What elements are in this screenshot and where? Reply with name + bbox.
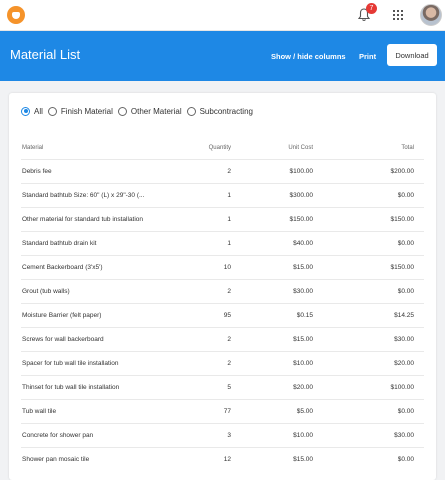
material-cell: Spacer for tub wall tile installation: [22, 360, 119, 367]
material-cell: Concrete for shower pan: [22, 432, 94, 439]
unit-cost-cell: $10.00: [293, 432, 313, 439]
total-cell: $0.00: [397, 288, 414, 295]
total-cell: $30.00: [394, 432, 414, 439]
print-link[interactable]: Print: [359, 52, 376, 61]
radio-button[interactable]: [186, 106, 196, 116]
page-title: Material List: [10, 47, 81, 62]
table-row[interactable]: Concrete for shower pan 3 $10.00 $30.00: [21, 423, 424, 447]
radio-button[interactable]: [21, 106, 30, 116]
table-row[interactable]: Standard bathtub Size: 60" (L) x 29"-30 …: [21, 183, 424, 207]
filter-label: Finish Material: [60, 106, 113, 116]
unit-cost-cell: $0.15: [296, 312, 313, 319]
quantity-cell: 2: [227, 168, 231, 175]
filter-all[interactable]: All: [21, 106, 43, 116]
total-cell: $0.00: [397, 456, 414, 463]
total-cell: $20.00: [394, 360, 414, 367]
quantity-cell: 1: [227, 240, 231, 247]
total-cell: $0.00: [397, 408, 414, 415]
table-row[interactable]: Screws for wall backerboard 2 $15.00 $30…: [21, 327, 424, 351]
filter-other-material[interactable]: Other Material: [117, 106, 182, 116]
material-cell: Moisture Barrier (felt paper): [22, 312, 102, 319]
unit-cost-cell: $30.00: [293, 288, 313, 295]
table-row[interactable]: Shower pan mosaic tile 12 $15.00 $0.00: [21, 447, 424, 471]
unit-cost-cell: $20.00: [293, 384, 313, 391]
total-cell: $200.00: [390, 168, 415, 175]
unit-cost-cell: $300.00: [289, 192, 314, 199]
table-row[interactable]: Debris fee 2 $100.00 $200.00: [21, 159, 424, 183]
quantity-cell: 95: [223, 312, 231, 319]
table-row[interactable]: Tub wall tile 77 $5.00 $0.00: [21, 399, 424, 423]
quantity-cell: 77: [223, 408, 231, 415]
quantity-cell: 3: [227, 432, 231, 439]
page-header: Material List Show / hide columns Print …: [0, 31, 445, 81]
table-row[interactable]: Standard bathtub drain kit 1 $40.00 $0.0…: [21, 231, 424, 255]
quantity-cell: 10: [223, 264, 231, 271]
quantity-cell: 2: [227, 360, 231, 367]
quantity-cell: 2: [227, 288, 231, 295]
total-cell: $100.00: [390, 384, 415, 391]
unit-cost-cell: $15.00: [293, 264, 313, 271]
column-header-material[interactable]: Material: [22, 143, 197, 153]
total-cell: $14.25: [394, 312, 414, 319]
quantity-cell: 2: [227, 336, 231, 343]
total-cell: $150.00: [390, 216, 415, 223]
material-list-card: All Finish Material Other Material Subco…: [9, 93, 436, 480]
material-cell: Cement Backerboard (3'x5'): [22, 264, 103, 271]
table-row[interactable]: Spacer for tub wall tile installation 2 …: [21, 351, 424, 375]
unit-cost-cell: $100.00: [289, 168, 314, 175]
material-cell: Tub wall tile: [22, 408, 57, 415]
quantity-cell: 12: [223, 456, 231, 463]
filter-label: All: [34, 106, 43, 116]
material-cell: Debris fee: [22, 168, 52, 175]
show-hide-columns-link[interactable]: Show / hide columns: [271, 52, 346, 61]
table-header: Material Quantity Unit Cost Total: [21, 143, 424, 153]
column-header-unit-cost[interactable]: Unit Cost: [288, 143, 313, 153]
apps-grid-icon[interactable]: [393, 10, 403, 20]
user-avatar[interactable]: [420, 4, 442, 26]
notification-badge: 7: [366, 3, 377, 14]
unit-cost-cell: $5.00: [296, 408, 313, 415]
filter-subcontracting[interactable]: Subcontracting: [186, 106, 253, 116]
material-cell: Other material for standard tub installa…: [22, 216, 144, 223]
unit-cost-cell: $10.00: [293, 360, 313, 367]
filter-label: Other Material: [130, 106, 182, 116]
table-row[interactable]: Moisture Barrier (felt paper) 95 $0.15 $…: [21, 303, 424, 327]
radio-button[interactable]: [47, 106, 57, 116]
logo-icon[interactable]: [7, 6, 25, 24]
material-cell: Standard bathtub drain kit: [22, 240, 97, 247]
total-cell: $150.00: [390, 264, 415, 271]
table-row[interactable]: Grout (tub walls) 2 $30.00 $0.00: [21, 279, 424, 303]
total-cell: $0.00: [397, 240, 414, 247]
filter-finish-material[interactable]: Finish Material: [47, 106, 113, 116]
radio-button[interactable]: [117, 106, 127, 116]
quantity-cell: 1: [227, 216, 231, 223]
download-button[interactable]: Download: [387, 44, 437, 66]
total-cell: $0.00: [397, 192, 414, 199]
filter-label: Subcontracting: [199, 106, 253, 116]
table-row[interactable]: Cement Backerboard (3'x5') 10 $15.00 $15…: [21, 255, 424, 279]
unit-cost-cell: $150.00: [289, 216, 314, 223]
quantity-cell: 1: [227, 192, 231, 199]
material-cell: Shower pan mosaic tile: [22, 456, 90, 463]
table-row[interactable]: Thinset for tub wall tile installation 5…: [21, 375, 424, 399]
material-cell: Thinset for tub wall tile installation: [22, 384, 120, 391]
unit-cost-cell: $15.00: [293, 336, 313, 343]
category-filter: All Finish Material Other Material Subco…: [21, 105, 258, 117]
quantity-cell: 5: [227, 384, 231, 391]
unit-cost-cell: $15.00: [293, 456, 313, 463]
material-cell: Standard bathtub Size: 60" (L) x 29"-30 …: [22, 192, 145, 199]
unit-cost-cell: $40.00: [293, 240, 313, 247]
table-row[interactable]: Other material for standard tub installa…: [21, 207, 424, 231]
column-header-quantity[interactable]: Quantity: [209, 143, 231, 153]
column-header-total[interactable]: Total: [401, 143, 414, 153]
material-cell: Screws for wall backerboard: [22, 336, 104, 343]
top-bar: 7: [0, 0, 445, 31]
material-cell: Grout (tub walls): [22, 288, 70, 295]
total-cell: $30.00: [394, 336, 414, 343]
